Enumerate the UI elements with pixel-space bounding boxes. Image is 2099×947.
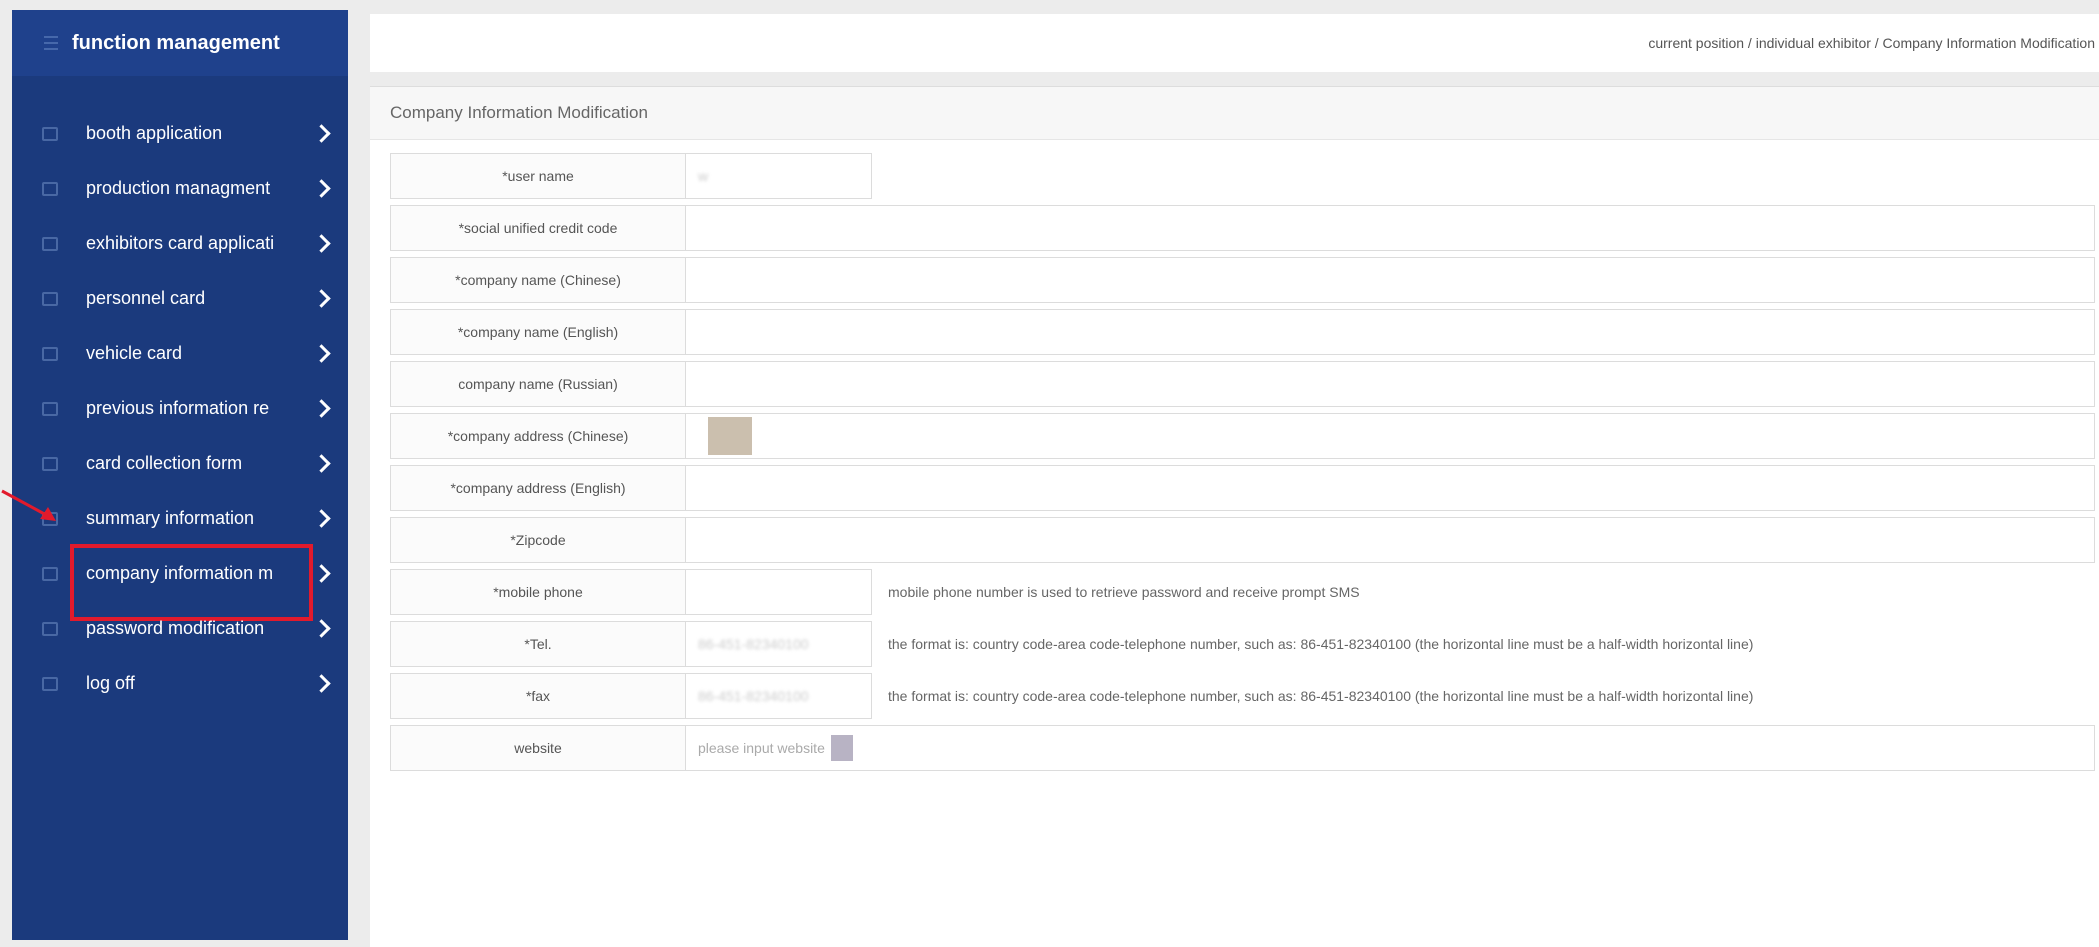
- form-icon: [42, 456, 58, 471]
- sidebar-item-label: vehicle card: [86, 343, 183, 363]
- form-row-user-name: *user name w: [390, 153, 2095, 199]
- sidebar-item-label: previous information re: [86, 398, 270, 418]
- panel-title: Company Information Modification: [370, 87, 2099, 140]
- sidebar-item-label: summary information: [86, 508, 255, 528]
- company-name-russian-field[interactable]: [686, 361, 2095, 407]
- id-card-icon: [42, 291, 58, 306]
- field-label: *user name: [390, 153, 686, 199]
- form-row-tel: *Tel. 86-451-82340100 the format is: cou…: [390, 621, 2095, 667]
- field-value: w: [698, 168, 709, 184]
- lock-icon: [42, 621, 58, 636]
- field-label: website: [390, 725, 686, 771]
- field-label: company name (Russian): [390, 361, 686, 407]
- redacted-block: [708, 417, 752, 455]
- sidebar: function management booth application pr…: [12, 10, 348, 940]
- sidebar-item-label: personnel card: [86, 288, 206, 308]
- breadcrumb-bar: current position / individual exhibitor …: [370, 14, 2099, 72]
- field-label: *social unified credit code: [390, 205, 686, 251]
- sidebar-item-card-collection-form[interactable]: card collection form: [12, 436, 348, 491]
- annotation-arrow-icon: [1, 489, 56, 521]
- field-label: *company name (Chinese): [390, 257, 686, 303]
- redacted-block: [830, 735, 853, 761]
- field-label: *mobile phone: [390, 569, 686, 615]
- list-icon: [44, 36, 58, 50]
- field-label: *fax: [390, 673, 686, 719]
- sidebar-item-label: password modification: [86, 618, 265, 638]
- tel-field[interactable]: 86-451-82340100: [686, 621, 872, 667]
- sidebar-item-production-management[interactable]: production managment: [12, 161, 348, 216]
- sidebar-title: function management: [72, 31, 280, 54]
- sidebar-item-password-modification[interactable]: password modification: [12, 601, 348, 656]
- form-row-website: website please input website: [390, 725, 2095, 771]
- monitor-icon: [42, 181, 58, 196]
- sidebar-item-summary-information[interactable]: summary information: [12, 491, 348, 546]
- field-label: *company address (English): [390, 465, 686, 511]
- form-panel: Company Information Modification *user n…: [370, 86, 2099, 947]
- form-row-fax: *fax 86-451-82340100 the format is: coun…: [390, 673, 2095, 719]
- form-row-company-address-chinese: *company address (Chinese): [390, 413, 2095, 459]
- form-row-company-name-russian: company name (Russian): [390, 361, 2095, 407]
- company-name-english-field[interactable]: [686, 309, 2095, 355]
- sidebar-item-personnel-card[interactable]: personnel card: [12, 271, 348, 326]
- breadcrumb: current position / individual exhibitor …: [1648, 35, 2095, 51]
- gear-icon: [42, 566, 58, 581]
- website-placeholder: please input website: [698, 740, 825, 756]
- website-field[interactable]: please input website: [686, 725, 2095, 771]
- sidebar-item-label: card collection form: [86, 453, 243, 473]
- history-icon: [42, 401, 58, 416]
- field-label: *Tel.: [390, 621, 686, 667]
- form-row-company-name-english: *company name (English): [390, 309, 2095, 355]
- sidebar-item-exhibitors-card[interactable]: exhibitors card applicati: [12, 216, 348, 271]
- fax-hint: the format is: country code-area code-te…: [888, 688, 1754, 704]
- sidebar-item-vehicle-card[interactable]: vehicle card: [12, 326, 348, 381]
- sidebar-item-label: production managment: [86, 178, 271, 198]
- field-label: *company name (English): [390, 309, 686, 355]
- car-icon: [42, 346, 58, 361]
- mobile-phone-hint: mobile phone number is used to retrieve …: [888, 584, 1360, 600]
- sidebar-item-previous-information[interactable]: previous information re: [12, 381, 348, 436]
- company-name-chinese-field[interactable]: [686, 257, 2095, 303]
- sidebar-item-company-information[interactable]: company information m: [12, 544, 348, 621]
- sidebar-menu: booth application production managment e…: [12, 106, 348, 711]
- sidebar-item-label: company information m: [86, 563, 274, 583]
- field-label: *Zipcode: [390, 517, 686, 563]
- sidebar-header: function management: [12, 10, 348, 76]
- field-label: *company address (Chinese): [390, 413, 686, 459]
- form-row-zipcode: *Zipcode: [390, 517, 2095, 563]
- sidebar-item-label: log off: [86, 673, 135, 693]
- form-row-mobile-phone: *mobile phone mobile phone number is use…: [390, 569, 2095, 615]
- credit-code-field[interactable]: [686, 205, 2095, 251]
- tel-hint: the format is: country code-area code-te…: [888, 636, 1754, 652]
- card-icon: [42, 236, 58, 251]
- mobile-phone-field[interactable]: [686, 569, 872, 615]
- monitor-icon: [42, 126, 58, 141]
- sidebar-item-booth-application[interactable]: booth application: [12, 106, 348, 161]
- form-row-company-name-chinese: *company name (Chinese): [390, 257, 2095, 303]
- user-name-field[interactable]: w: [686, 153, 872, 199]
- sidebar-item-log-off[interactable]: log off: [12, 656, 348, 711]
- fax-field[interactable]: 86-451-82340100: [686, 673, 872, 719]
- field-value: 86-451-82340100: [698, 688, 809, 704]
- power-icon: [42, 676, 58, 691]
- company-address-english-field[interactable]: [686, 465, 2095, 511]
- field-value: 86-451-82340100: [698, 636, 809, 652]
- sidebar-item-label: exhibitors card applicati: [86, 233, 275, 253]
- zipcode-field[interactable]: [686, 517, 2095, 563]
- sidebar-item-label: booth application: [86, 123, 223, 143]
- form-row-company-address-english: *company address (English): [390, 465, 2095, 511]
- company-address-chinese-field[interactable]: [686, 413, 2095, 459]
- form-row-credit-code: *social unified credit code: [390, 205, 2095, 251]
